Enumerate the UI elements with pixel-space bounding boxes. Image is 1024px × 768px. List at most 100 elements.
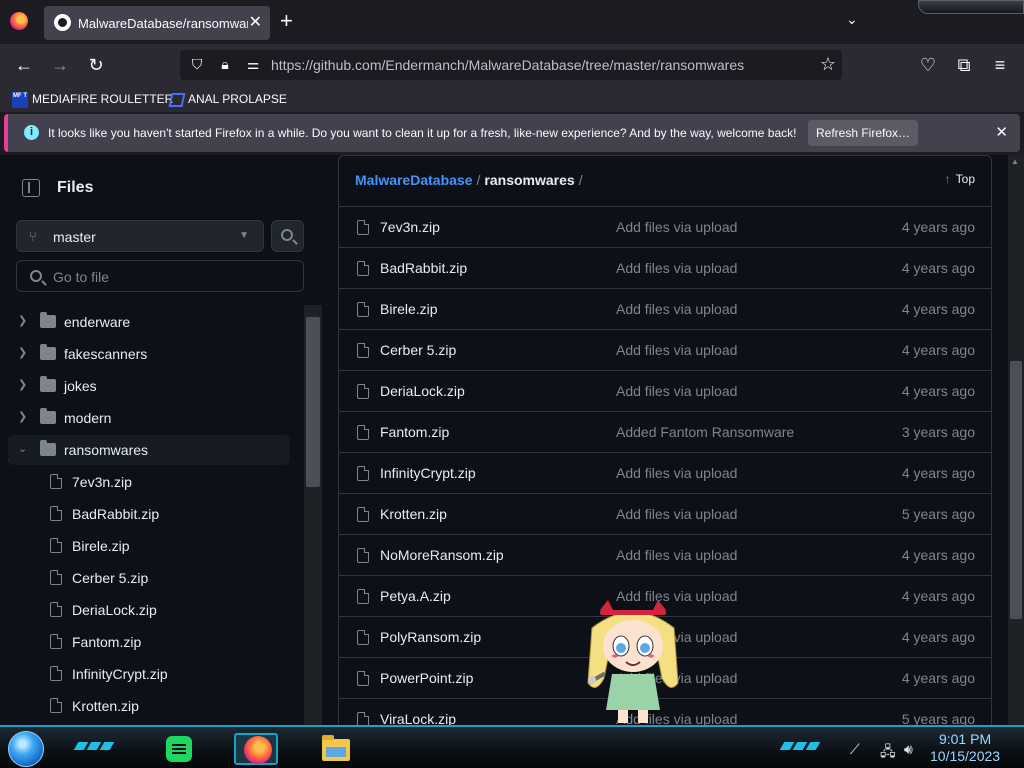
file-name-link[interactable]: PolyRansom.zip: [380, 629, 481, 645]
permissions-icon[interactable]: ⚌: [244, 55, 262, 73]
start-button[interactable]: [8, 731, 44, 767]
file-name-link[interactable]: PowerPoint.zip: [380, 670, 473, 686]
file-name-link[interactable]: DeriaLock.zip: [380, 383, 465, 399]
commit-message-link[interactable]: Add files via upload: [616, 547, 737, 563]
bookmark-anal-prolapse[interactable]: ANAL PROLAPSE: [168, 90, 287, 108]
network-icon[interactable]: 🖧: [880, 741, 896, 765]
tree-file[interactable]: Birele.zip: [8, 531, 290, 561]
collapse-sidebar-icon[interactable]: [22, 179, 40, 197]
file-name-link[interactable]: InfinityCrypt.zip: [380, 465, 476, 481]
file-name-link[interactable]: Fantom.zip: [380, 424, 449, 440]
new-tab-button[interactable]: +: [280, 9, 293, 33]
chevron-right-icon[interactable]: ❯: [18, 346, 27, 359]
chevron-right-icon[interactable]: ❯: [18, 378, 27, 391]
commit-message-link[interactable]: Add files via upload: [616, 342, 737, 358]
volume-icon[interactable]: 🔊︎: [904, 741, 913, 758]
page-scrollbar[interactable]: ▲: [1008, 155, 1024, 725]
commit-message-link[interactable]: Add files via upload: [616, 219, 737, 235]
go-to-file-input[interactable]: [53, 267, 293, 287]
table-row[interactable]: DeriaLock.zip Add files via upload 4 years…: [339, 370, 991, 411]
file-name-link[interactable]: BadRabbit.zip: [380, 260, 467, 276]
tree-file[interactable]: 7ev3n.zip: [8, 467, 290, 497]
extensions-icon[interactable]: ⧉: [952, 53, 976, 77]
table-row[interactable]: Krotten.zip Add files via upload 5 years a…: [339, 493, 991, 534]
file-name-link[interactable]: ViraLock.zip: [380, 711, 456, 725]
commit-message-link[interactable]: Add files via upload: [616, 260, 737, 276]
top-link[interactable]: ↑ Top: [945, 172, 975, 186]
scrollbar-thumb[interactable]: [1010, 361, 1022, 619]
commit-message-link[interactable]: Added Fantom Ransomware: [616, 424, 794, 440]
tracking-protection-shield-icon[interactable]: ⛉: [188, 55, 206, 73]
pocket-icon[interactable]: ♡: [916, 53, 940, 77]
tree-folder-enderware[interactable]: ❯ enderware: [8, 307, 290, 337]
chevron-right-icon[interactable]: ❯: [18, 410, 27, 423]
tree-folder-fakescanners[interactable]: ❯ fakescanners: [8, 339, 290, 369]
file-icon: [357, 425, 369, 440]
lock-icon[interactable]: 🔒︎: [216, 55, 234, 73]
file-name-link[interactable]: Krotten.zip: [380, 506, 447, 522]
reload-button[interactable]: ↻: [84, 53, 108, 77]
table-row[interactable]: BadRabbit.zip Add files via upload 4 years…: [339, 247, 991, 288]
branch-selector[interactable]: ⑂ master ▼: [16, 220, 264, 252]
file-name-link[interactable]: NoMoreRansom.zip: [380, 547, 504, 563]
scrollbar-thumb[interactable]: [306, 317, 320, 487]
clock-date: 10/15/2023: [930, 748, 1001, 764]
address-bar[interactable]: ⛉ 🔒︎ ⚌ https://github.com/Endermanch/Mal…: [180, 50, 842, 80]
taskbar-app-file-explorer[interactable]: [312, 733, 356, 765]
commit-message-link[interactable]: Add files via upload: [616, 465, 737, 481]
go-to-file-field[interactable]: [16, 260, 304, 292]
close-notification-icon[interactable]: ✕: [995, 123, 1008, 141]
chevron-right-icon[interactable]: ❯: [18, 314, 27, 327]
url-text[interactable]: https://github.com/Endermanch/MalwareDat…: [271, 57, 744, 73]
refresh-firefox-button[interactable]: Refresh Firefox…: [808, 120, 918, 146]
tree-item-label: Cerber 5.zip: [72, 570, 149, 586]
commit-message-link[interactable]: Add files via upload: [616, 506, 737, 522]
tree-file[interactable]: InfinityCrypt.zip: [8, 659, 290, 689]
tree-file[interactable]: Krotten.zip: [8, 691, 290, 721]
tree-file[interactable]: Fantom.zip: [8, 627, 290, 657]
system-clock[interactable]: 9:01 PM 10/15/2023: [930, 731, 1000, 765]
search-code-button[interactable]: [271, 220, 304, 252]
file-name-link[interactable]: Petya.A.zip: [380, 588, 451, 604]
folder-icon: [40, 408, 56, 424]
tree-file[interactable]: BadRabbit.zip: [8, 499, 290, 529]
folder-icon: [40, 376, 56, 392]
table-row[interactable]: Birele.zip Add files via upload 4 years ag…: [339, 288, 991, 329]
tree-file[interactable]: Cerber 5.zip: [8, 563, 290, 593]
tree-folder-ransomwares[interactable]: ⌄ ransomwares: [8, 435, 290, 465]
commit-message-link[interactable]: Add files via upload: [616, 301, 737, 317]
file-name-link[interactable]: Cerber 5.zip: [380, 342, 456, 358]
commit-message-link[interactable]: Add files via upload: [616, 383, 737, 399]
bookmark-star-icon[interactable]: ☆: [820, 54, 836, 75]
tree-file[interactable]: DeriaLock.zip: [8, 595, 290, 625]
table-row[interactable]: 7ev3n.zip Add files via upload 4 years ago: [339, 206, 991, 247]
scroll-up-arrow-icon[interactable]: ▲: [1011, 157, 1019, 166]
back-button[interactable]: ←: [12, 53, 36, 77]
window-controls[interactable]: [918, 0, 1024, 14]
table-row[interactable]: Fantom.zip Added Fantom Ransomware 3 years…: [339, 411, 991, 452]
table-row[interactable]: NoMoreRansom.zip Add files via upload 4 ye…: [339, 534, 991, 575]
tab-strip: MalwareDatabase/ransomwares at master · …: [0, 0, 1024, 44]
file-icon: [357, 712, 369, 725]
taskbar-app-firefox[interactable]: [234, 733, 278, 765]
bookmark-label: MEDIAFIRE ROULETTER: [32, 92, 174, 106]
app-menu-icon[interactable]: ≡: [988, 53, 1012, 77]
file-icon: [50, 506, 62, 521]
file-name-link[interactable]: Birele.zip: [380, 301, 438, 317]
list-all-tabs-icon[interactable]: ⌄: [846, 11, 858, 28]
table-row[interactable]: InfinityCrypt.zip Add files via upload 4 y…: [339, 452, 991, 493]
tree-folder-modern[interactable]: ❯ modern: [8, 403, 290, 433]
taskbar-app-spotify[interactable]: [154, 733, 198, 765]
tab-github[interactable]: MalwareDatabase/ransomwares at master · …: [44, 6, 270, 40]
sidebar-scrollbar[interactable]: [304, 305, 322, 725]
file-name-link[interactable]: 7ev3n.zip: [380, 219, 440, 235]
tab-close-icon[interactable]: ✕: [249, 12, 262, 32]
firefox-menu-icon[interactable]: [10, 12, 28, 30]
bookmark-mediafire-roulette[interactable]: MF T MEDIAFIRE ROULETTER: [12, 90, 173, 108]
tree-folder-jokes[interactable]: ❯ jokes: [8, 371, 290, 401]
forward-button[interactable]: →: [48, 53, 72, 77]
breadcrumb-repo-link[interactable]: MalwareDatabase: [355, 172, 473, 188]
chevron-down-icon[interactable]: ⌄: [18, 442, 27, 455]
show-hidden-icons-icon[interactable]: ⟋: [850, 741, 860, 758]
table-row[interactable]: Cerber 5.zip Add files via upload 4 years …: [339, 329, 991, 370]
